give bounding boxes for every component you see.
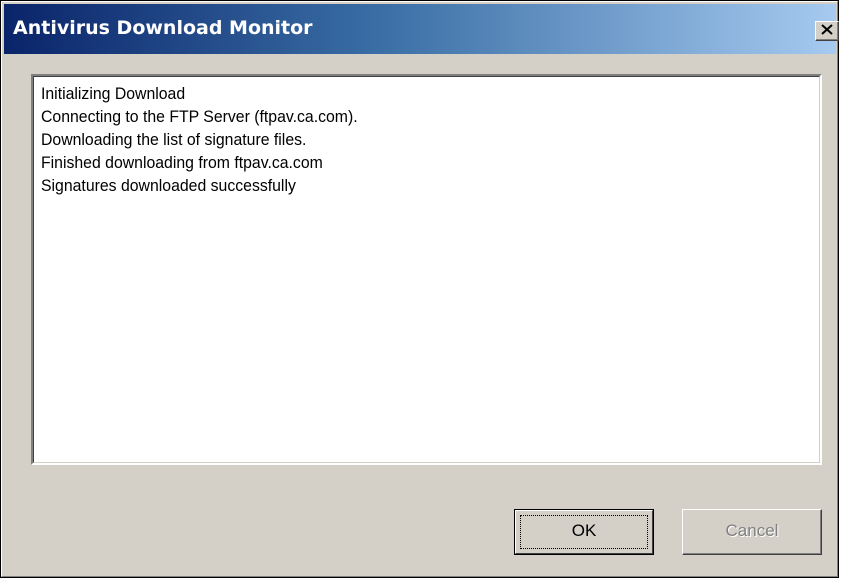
- close-button[interactable]: [815, 21, 839, 41]
- dialog-window: Antivirus Download Monitor Initializing …: [0, 0, 839, 578]
- ok-button[interactable]: OK: [514, 509, 654, 555]
- log-lines: Initializing Download Connecting to the …: [41, 82, 381, 197]
- cancel-button-label: Cancel: [725, 521, 779, 540]
- log-line: Downloading the list of signature files.: [41, 130, 307, 149]
- download-log[interactable]: Initializing Download Connecting to the …: [31, 74, 822, 465]
- ok-button-label: OK: [571, 521, 597, 540]
- log-line: Signatures downloaded successfully: [41, 176, 296, 195]
- log-line: Finished downloading from ftpav.ca.com: [41, 153, 323, 172]
- cancel-button[interactable]: Cancel: [682, 509, 822, 555]
- window-title: Antivirus Download Monitor: [13, 17, 313, 39]
- log-line: Connecting to the FTP Server (ftpav.ca.c…: [41, 107, 358, 126]
- log-line: Initializing Download: [41, 84, 186, 103]
- title-bar[interactable]: Antivirus Download Monitor: [4, 4, 839, 54]
